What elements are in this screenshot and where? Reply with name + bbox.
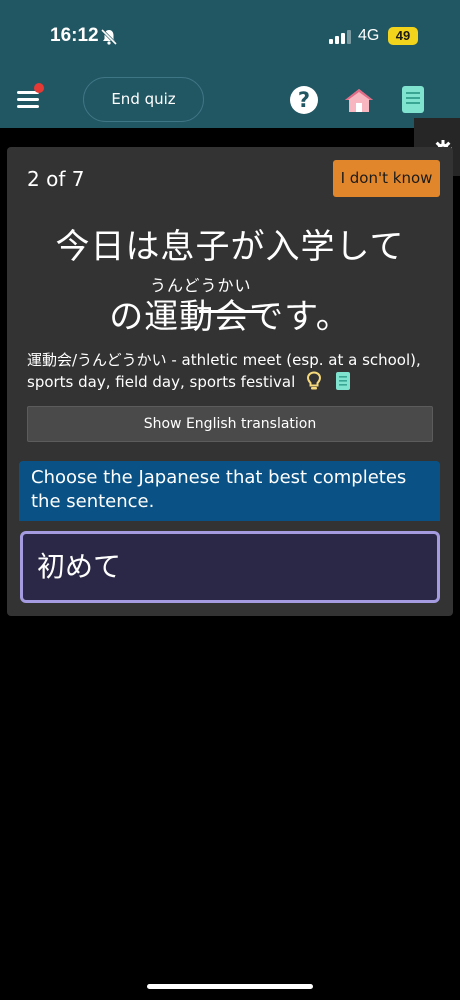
answer-input[interactable]: 初めて	[20, 531, 440, 603]
home-icon[interactable]	[344, 87, 374, 113]
sentence-part-1: 今日は息子が入学して	[55, 227, 405, 267]
menu-icon[interactable]	[17, 83, 44, 108]
vocab-hint: 運動会/うんどうかい - athletic meet (esp. at a sc…	[27, 349, 447, 393]
vocab-note: 運動会/うんどうかい - athletic meet (esp. at a sc…	[27, 351, 421, 391]
furigana: うんどうかい	[150, 276, 252, 295]
dont-know-button[interactable]: I don't know	[333, 160, 440, 197]
sentence-part-2: の運動会です。	[109, 297, 351, 337]
bell-muted-icon	[100, 28, 118, 46]
network-type: 4G	[358, 27, 380, 44]
help-icon[interactable]: ?	[290, 86, 318, 114]
header: 16:12 4G 49 End quiz ?	[0, 0, 460, 128]
show-translation-button[interactable]: Show English translation	[27, 406, 433, 442]
home-indicator[interactable]	[147, 984, 313, 989]
notification-dot	[34, 83, 44, 93]
quiz-card: 2 of 7 I don't know 今日は息子が入学して うんどうかい の運…	[7, 147, 453, 616]
book-icon[interactable]	[401, 85, 425, 114]
question-prompt: Choose the Japanese that best completes …	[19, 461, 440, 521]
nav-bar: End quiz ?	[0, 70, 460, 128]
question-sentence: 今日は息子が入学して うんどうかい の運動会です。	[21, 222, 439, 342]
cell-signal-icon	[329, 30, 351, 44]
vocab-book-icon[interactable]	[335, 371, 351, 391]
quiz-progress: 2 of 7	[27, 167, 85, 191]
lightbulb-icon[interactable]	[306, 371, 322, 391]
status-time: 16:12	[50, 25, 99, 46]
battery-indicator: 49	[388, 27, 418, 45]
end-quiz-button[interactable]: End quiz	[83, 77, 204, 122]
status-bar: 16:12 4G 49	[0, 0, 460, 70]
